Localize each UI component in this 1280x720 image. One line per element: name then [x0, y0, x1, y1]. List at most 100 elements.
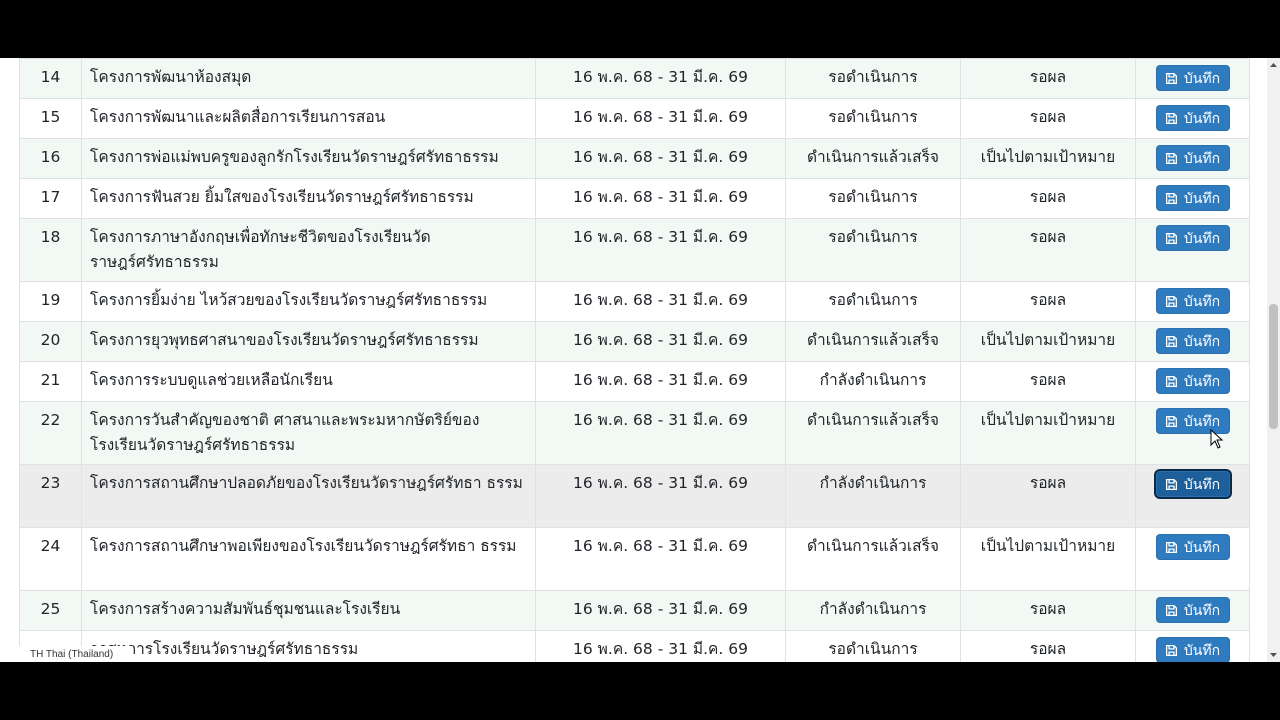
- page-viewport: 14 โครงการพัฒนาห้องสมุด 16 พ.ค. 68 - 31 …: [0, 58, 1280, 662]
- project-name: โครงการสร้างความสัมพันธ์ชุมชนและโรงเรียน: [81, 590, 536, 631]
- project-period: 16 พ.ค. 68 - 31 มี.ค. 69: [535, 401, 786, 465]
- save-button[interactable]: บันทึก: [1155, 368, 1230, 394]
- project-name: โครงการระบบดูแลช่วยเหลือนักเรียน: [81, 361, 536, 402]
- row-number: 17: [19, 178, 82, 219]
- row-number: 14: [19, 58, 82, 99]
- project-result: รอผล: [960, 281, 1136, 322]
- table-row: 14 โครงการพัฒนาห้องสมุด 16 พ.ค. 68 - 31 …: [19, 58, 1250, 99]
- save-button-label: บันทึก: [1183, 602, 1221, 618]
- project-period: 16 พ.ค. 68 - 31 มี.ค. 69: [535, 281, 786, 322]
- project-result: รอผล: [960, 590, 1136, 631]
- row-number: 18: [19, 218, 82, 282]
- project-name: โครงการพัฒนาและผลิตสื่อการเรียนการสอน: [81, 98, 536, 139]
- project-name: โครงการพัฒนาห้องสมุด: [81, 58, 536, 99]
- project-status: รอดำเนินการ: [785, 178, 961, 219]
- save-button[interactable]: บันทึก: [1155, 145, 1230, 171]
- project-name: โครงการฟันสวย ยิ้มใสของโรงเรียนวัดราษฎร์…: [81, 178, 536, 219]
- table-row: 25 โครงการสร้างความสัมพันธ์ชุมชนและโรงเร…: [19, 590, 1250, 631]
- save-button[interactable]: บันทึก: [1155, 288, 1230, 314]
- floppy-disk-icon: [1165, 232, 1177, 244]
- project-period: 16 พ.ค. 68 - 31 มี.ค. 69: [535, 630, 786, 662]
- save-button[interactable]: บันทึก: [1155, 637, 1230, 662]
- save-button-label: บันทึก: [1183, 293, 1221, 309]
- action-cell: บันทึก: [1135, 527, 1250, 591]
- project-table: 14 โครงการพัฒนาห้องสมุด 16 พ.ค. 68 - 31 …: [19, 58, 1250, 662]
- save-button[interactable]: บันทึก: [1155, 534, 1230, 560]
- floppy-disk-icon: [1165, 604, 1177, 616]
- project-name: โครงการวันสำคัญของชาติ ศาสนาและพระมหากษั…: [81, 401, 536, 465]
- project-period: 16 พ.ค. 68 - 31 มี.ค. 69: [535, 178, 786, 219]
- table-row: 19 โครงการยิ้มง่าย ไหว้สวยของโรงเรียนวัด…: [19, 281, 1250, 322]
- project-status: รอดำเนินการ: [785, 218, 961, 282]
- table-row: 24 โครงการสถานศึกษาพอเพียงของโรงเรียนวัด…: [19, 527, 1250, 591]
- action-cell: บันทึก: [1135, 218, 1250, 282]
- save-button[interactable]: บันทึก: [1155, 105, 1230, 131]
- save-button[interactable]: บันทึก: [1155, 471, 1230, 497]
- floppy-disk-icon: [1165, 415, 1177, 427]
- project-result: รอผล: [960, 630, 1136, 662]
- action-cell: บันทึก: [1135, 98, 1250, 139]
- project-period: 16 พ.ค. 68 - 31 มี.ค. 69: [535, 464, 786, 528]
- project-name: โครงการยุวพุทธศาสนาของโรงเรียนวัดราษฎร์ศ…: [81, 321, 536, 362]
- save-button-label: บันทึก: [1183, 373, 1221, 389]
- scrollbar-thumb[interactable]: [1269, 304, 1278, 429]
- project-name: โครงการภาษาอังกฤษเพื่อทักษะชีวิตของโรงเร…: [81, 218, 536, 282]
- project-period: 16 พ.ค. 68 - 31 มี.ค. 69: [535, 58, 786, 99]
- save-button[interactable]: บันทึก: [1155, 65, 1230, 91]
- action-cell: บันทึก: [1135, 178, 1250, 219]
- project-status: ดำเนินการแล้วเสร็จ: [785, 321, 961, 362]
- action-cell: บันทึก: [1135, 401, 1250, 465]
- row-number: 23: [19, 464, 82, 528]
- scroll-up-arrow-icon[interactable]: [1267, 60, 1280, 70]
- floppy-disk-icon: [1165, 112, 1177, 124]
- project-status: กำลังดำเนินการ: [785, 464, 961, 528]
- table-row: 22 โครงการวันสำคัญของชาติ ศาสนาและพระมหา…: [19, 401, 1250, 465]
- save-button[interactable]: บันทึก: [1155, 597, 1230, 623]
- mouse-cursor-icon: [1210, 429, 1224, 449]
- project-result: รอผล: [960, 178, 1136, 219]
- table-row: 18 โครงการภาษาอังกฤษเพื่อทักษะชีวิตของโร…: [19, 218, 1250, 282]
- project-result: รอผล: [960, 98, 1136, 139]
- row-number: 15: [19, 98, 82, 139]
- row-number: 25: [19, 590, 82, 631]
- project-name: ารสหการโรงเรียนวัดราษฎร์ศรัทธาธรรม: [81, 630, 536, 662]
- save-button-label: บันทึก: [1183, 476, 1221, 492]
- save-button-label: บันทึก: [1183, 110, 1221, 126]
- save-button[interactable]: บันทึก: [1155, 225, 1230, 251]
- project-period: 16 พ.ค. 68 - 31 มี.ค. 69: [535, 218, 786, 282]
- project-result: รอผล: [960, 361, 1136, 402]
- save-button-label: บันทึก: [1183, 539, 1221, 555]
- save-button-label: บันทึก: [1183, 333, 1221, 349]
- project-name: โครงการสถานศึกษาพอเพียงของโรงเรียนวัดราษ…: [81, 527, 536, 591]
- project-period: 16 พ.ค. 68 - 31 มี.ค. 69: [535, 98, 786, 139]
- floppy-disk-icon: [1165, 192, 1177, 204]
- floppy-disk-icon: [1165, 72, 1177, 84]
- action-cell: บันทึก: [1135, 281, 1250, 322]
- row-number: 20: [19, 321, 82, 362]
- floppy-disk-icon: [1165, 644, 1177, 656]
- project-result: รอผล: [960, 218, 1136, 282]
- letterbox-top: [0, 0, 1280, 58]
- save-button[interactable]: บันทึก: [1155, 185, 1230, 211]
- row-number: 19: [19, 281, 82, 322]
- table-row: 21 โครงการระบบดูแลช่วยเหลือนักเรียน 16 พ…: [19, 361, 1250, 402]
- table-row: 15 โครงการพัฒนาและผลิตสื่อการเรียนการสอน…: [19, 98, 1250, 139]
- save-button[interactable]: บันทึก: [1155, 328, 1230, 354]
- project-result: เป็นไปตามเป้าหมาย: [960, 138, 1136, 179]
- table-row: ารสหการโรงเรียนวัดราษฎร์ศรัทธาธรรม 16 พ.…: [19, 630, 1250, 662]
- project-table-container: 14 โครงการพัฒนาห้องสมุด 16 พ.ค. 68 - 31 …: [19, 58, 1250, 662]
- project-period: 16 พ.ค. 68 - 31 มี.ค. 69: [535, 321, 786, 362]
- save-button-label: บันทึก: [1183, 642, 1221, 658]
- project-status: รอดำเนินการ: [785, 630, 961, 662]
- project-status: รอดำเนินการ: [785, 58, 961, 99]
- action-cell: บันทึก: [1135, 58, 1250, 99]
- letterbox-bottom: [0, 662, 1280, 720]
- table-row: 20 โครงการยุวพุทธศาสนาของโรงเรียนวัดราษฎ…: [19, 321, 1250, 362]
- project-name: โครงการพ่อแม่พบครูของลูกรักโรงเรียนวัดรา…: [81, 138, 536, 179]
- scroll-down-arrow-icon[interactable]: [1267, 650, 1280, 660]
- floppy-disk-icon: [1165, 478, 1177, 490]
- save-button-label: บันทึก: [1183, 150, 1221, 166]
- project-status: กำลังดำเนินการ: [785, 590, 961, 631]
- action-cell: บันทึก: [1135, 361, 1250, 402]
- project-result: เป็นไปตามเป้าหมาย: [960, 527, 1136, 591]
